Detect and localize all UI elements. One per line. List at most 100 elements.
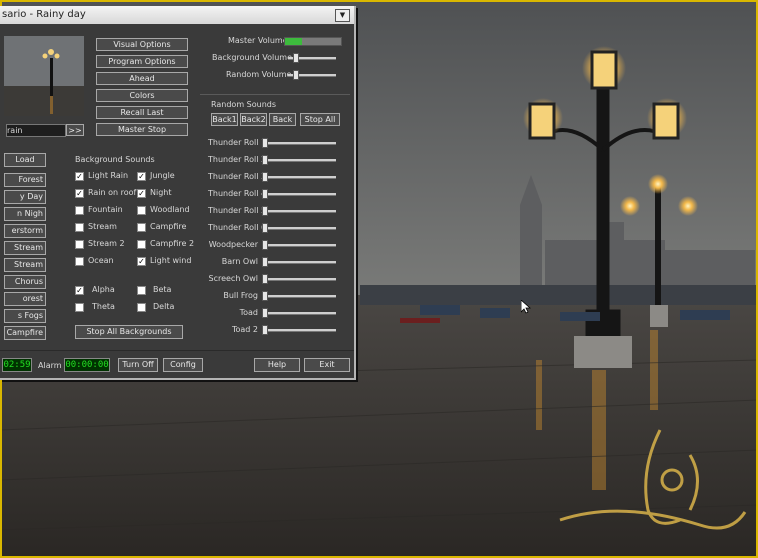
checkbox-campfire[interactable] xyxy=(137,223,146,232)
ocean-label: Ocean xyxy=(88,256,114,265)
random-sound-label: Thunder Roll 2 xyxy=(208,155,267,164)
random-sound-label: Bull Frog xyxy=(223,291,258,300)
program-options-button[interactable]: Program Options xyxy=(96,55,188,68)
alpha-label: Alpha xyxy=(92,285,115,294)
random-sound-label: Thunder Roll 5 xyxy=(208,206,267,215)
light-wind-label: Light wind xyxy=(150,256,192,265)
master-stop-button[interactable]: Master Stop xyxy=(96,123,188,136)
jungle-label: Jungle xyxy=(150,171,175,180)
checkbox-beta[interactable] xyxy=(137,286,146,295)
random-back2-button[interactable]: Back2 xyxy=(240,113,267,126)
random-stop-all-button[interactable]: Stop All xyxy=(300,113,340,126)
random-sound-label: Woodpecker xyxy=(208,240,258,249)
random-back-button[interactable]: Back xyxy=(269,113,296,126)
title-bar: sario - Rainy day ▼ xyxy=(0,6,354,24)
theta-label: Theta xyxy=(92,302,115,311)
night-label: Night xyxy=(150,188,172,197)
checkbox-light-wind[interactable]: ✓ xyxy=(137,257,146,266)
checkbox-ocean[interactable] xyxy=(75,257,84,266)
woodland-label: Woodland xyxy=(150,205,190,214)
preset-night[interactable]: n Nigh xyxy=(4,207,46,221)
bull-frog-slider[interactable] xyxy=(262,291,336,301)
alarm-label: Alarm xyxy=(38,361,62,370)
random-sound-label: Toad xyxy=(239,308,258,317)
visual-options-button[interactable]: Visual Options xyxy=(96,38,188,51)
checkbox-night[interactable]: ✓ xyxy=(137,189,146,198)
checkbox-alpha[interactable]: ✓ xyxy=(75,286,84,295)
divider xyxy=(0,350,354,351)
woodpecker-slider[interactable] xyxy=(262,240,336,250)
toad-slider[interactable] xyxy=(262,308,336,318)
barn-owl-slider[interactable] xyxy=(262,257,336,267)
slider-thumb[interactable] xyxy=(292,53,299,63)
checkbox-woodland[interactable] xyxy=(137,206,146,215)
fountain-label: Fountain xyxy=(88,205,123,214)
preset-forest[interactable]: Forest xyxy=(4,173,46,187)
thunder-roll-5-slider[interactable] xyxy=(262,206,336,216)
checkbox-delta[interactable] xyxy=(137,303,146,312)
recall-last-button[interactable]: Recall Last xyxy=(96,106,188,119)
thunder-roll-4-slider[interactable] xyxy=(262,189,336,199)
next-scene-button[interactable]: >> xyxy=(66,124,84,136)
help-button[interactable]: Help xyxy=(254,358,300,372)
checkbox-stream-2[interactable] xyxy=(75,240,84,249)
alarm-time-display[interactable]: 00:00:00 xyxy=(64,358,110,372)
campfire-2-label: Campfire 2 xyxy=(150,239,195,248)
preset-stream[interactable]: Stream xyxy=(4,241,46,255)
preset-day[interactable]: y Day xyxy=(4,190,46,204)
checkbox-jungle[interactable]: ✓ xyxy=(137,172,146,181)
scene-thumbnail xyxy=(4,36,84,116)
colors-button[interactable]: Colors xyxy=(96,89,188,102)
thunder-roll-3-slider[interactable] xyxy=(262,172,336,182)
config-button[interactable]: Config xyxy=(163,358,203,372)
thunder-roll-2-slider[interactable] xyxy=(262,155,336,165)
stop-all-backgrounds-button[interactable]: Stop All Backgrounds xyxy=(75,325,183,339)
rain-on-roof-label: Rain on roof xyxy=(88,188,137,197)
random-sound-label: Toad 2 xyxy=(231,325,258,334)
ahead-button[interactable]: Ahead xyxy=(96,72,188,85)
random-sound-label: Thunder Roll 6 xyxy=(208,223,267,232)
screech-owl-slider[interactable] xyxy=(262,274,336,284)
checkbox-campfire-2[interactable] xyxy=(137,240,146,249)
preset-campfire[interactable]: Campfire xyxy=(4,326,46,340)
random-back1-button[interactable]: Back1 xyxy=(211,113,238,126)
thunder-roll-6-slider[interactable] xyxy=(262,223,336,233)
divider xyxy=(200,94,350,95)
random-sound-label: Thunder Roll 4 xyxy=(208,189,267,198)
window-title: sario - Rainy day xyxy=(2,9,86,20)
scene-name: rain xyxy=(6,124,66,137)
random-sound-label: Thunder Roll 1 xyxy=(208,138,267,147)
clock-display: 02:59 xyxy=(2,358,32,372)
random-sounds-heading: Random Sounds xyxy=(211,100,277,109)
window-menu-button[interactable]: ▼ xyxy=(335,9,350,22)
turn-off-button[interactable]: Turn Off xyxy=(118,358,158,372)
mouse-cursor-icon xyxy=(521,300,531,314)
checkbox-theta[interactable] xyxy=(75,303,84,312)
preset-orest[interactable]: orest xyxy=(4,292,46,306)
campfire-label: Campfire xyxy=(150,222,187,231)
checkbox-fountain[interactable] xyxy=(75,206,84,215)
checkbox-light-rain[interactable]: ✓ xyxy=(75,172,84,181)
checkbox-stream[interactable] xyxy=(75,223,84,232)
toad-2-slider[interactable] xyxy=(262,325,336,335)
checkbox-rain-on-roof[interactable]: ✓ xyxy=(75,189,84,198)
preset-chorus[interactable]: Chorus xyxy=(4,275,46,289)
preset-thunderstorm[interactable]: erstorm xyxy=(4,224,46,238)
preset-fogs[interactable]: s Fogs xyxy=(4,309,46,323)
stream-label: Stream xyxy=(88,222,117,231)
master-volume-label: Master Volume xyxy=(228,36,288,45)
delta-label: Delta xyxy=(153,302,175,311)
random-sound-label: Barn Owl xyxy=(221,257,258,266)
master-volume-slider[interactable] xyxy=(284,37,342,46)
random-volume-slider[interactable] xyxy=(288,70,336,80)
light-rain-label: Light Rain xyxy=(88,171,129,180)
background-volume-slider[interactable] xyxy=(288,53,336,63)
slider-thumb[interactable] xyxy=(292,70,299,80)
background-volume-label: Background Volume xyxy=(212,53,293,62)
background-sounds-heading: Background Sounds xyxy=(75,155,155,164)
thunder-roll-1-slider[interactable] xyxy=(262,138,336,148)
random-sound-label: Thunder Roll 3 xyxy=(208,172,267,181)
load-button[interactable]: Load xyxy=(4,153,46,167)
preset-stream-2[interactable]: Stream xyxy=(4,258,46,272)
exit-button[interactable]: Exit xyxy=(304,358,350,372)
